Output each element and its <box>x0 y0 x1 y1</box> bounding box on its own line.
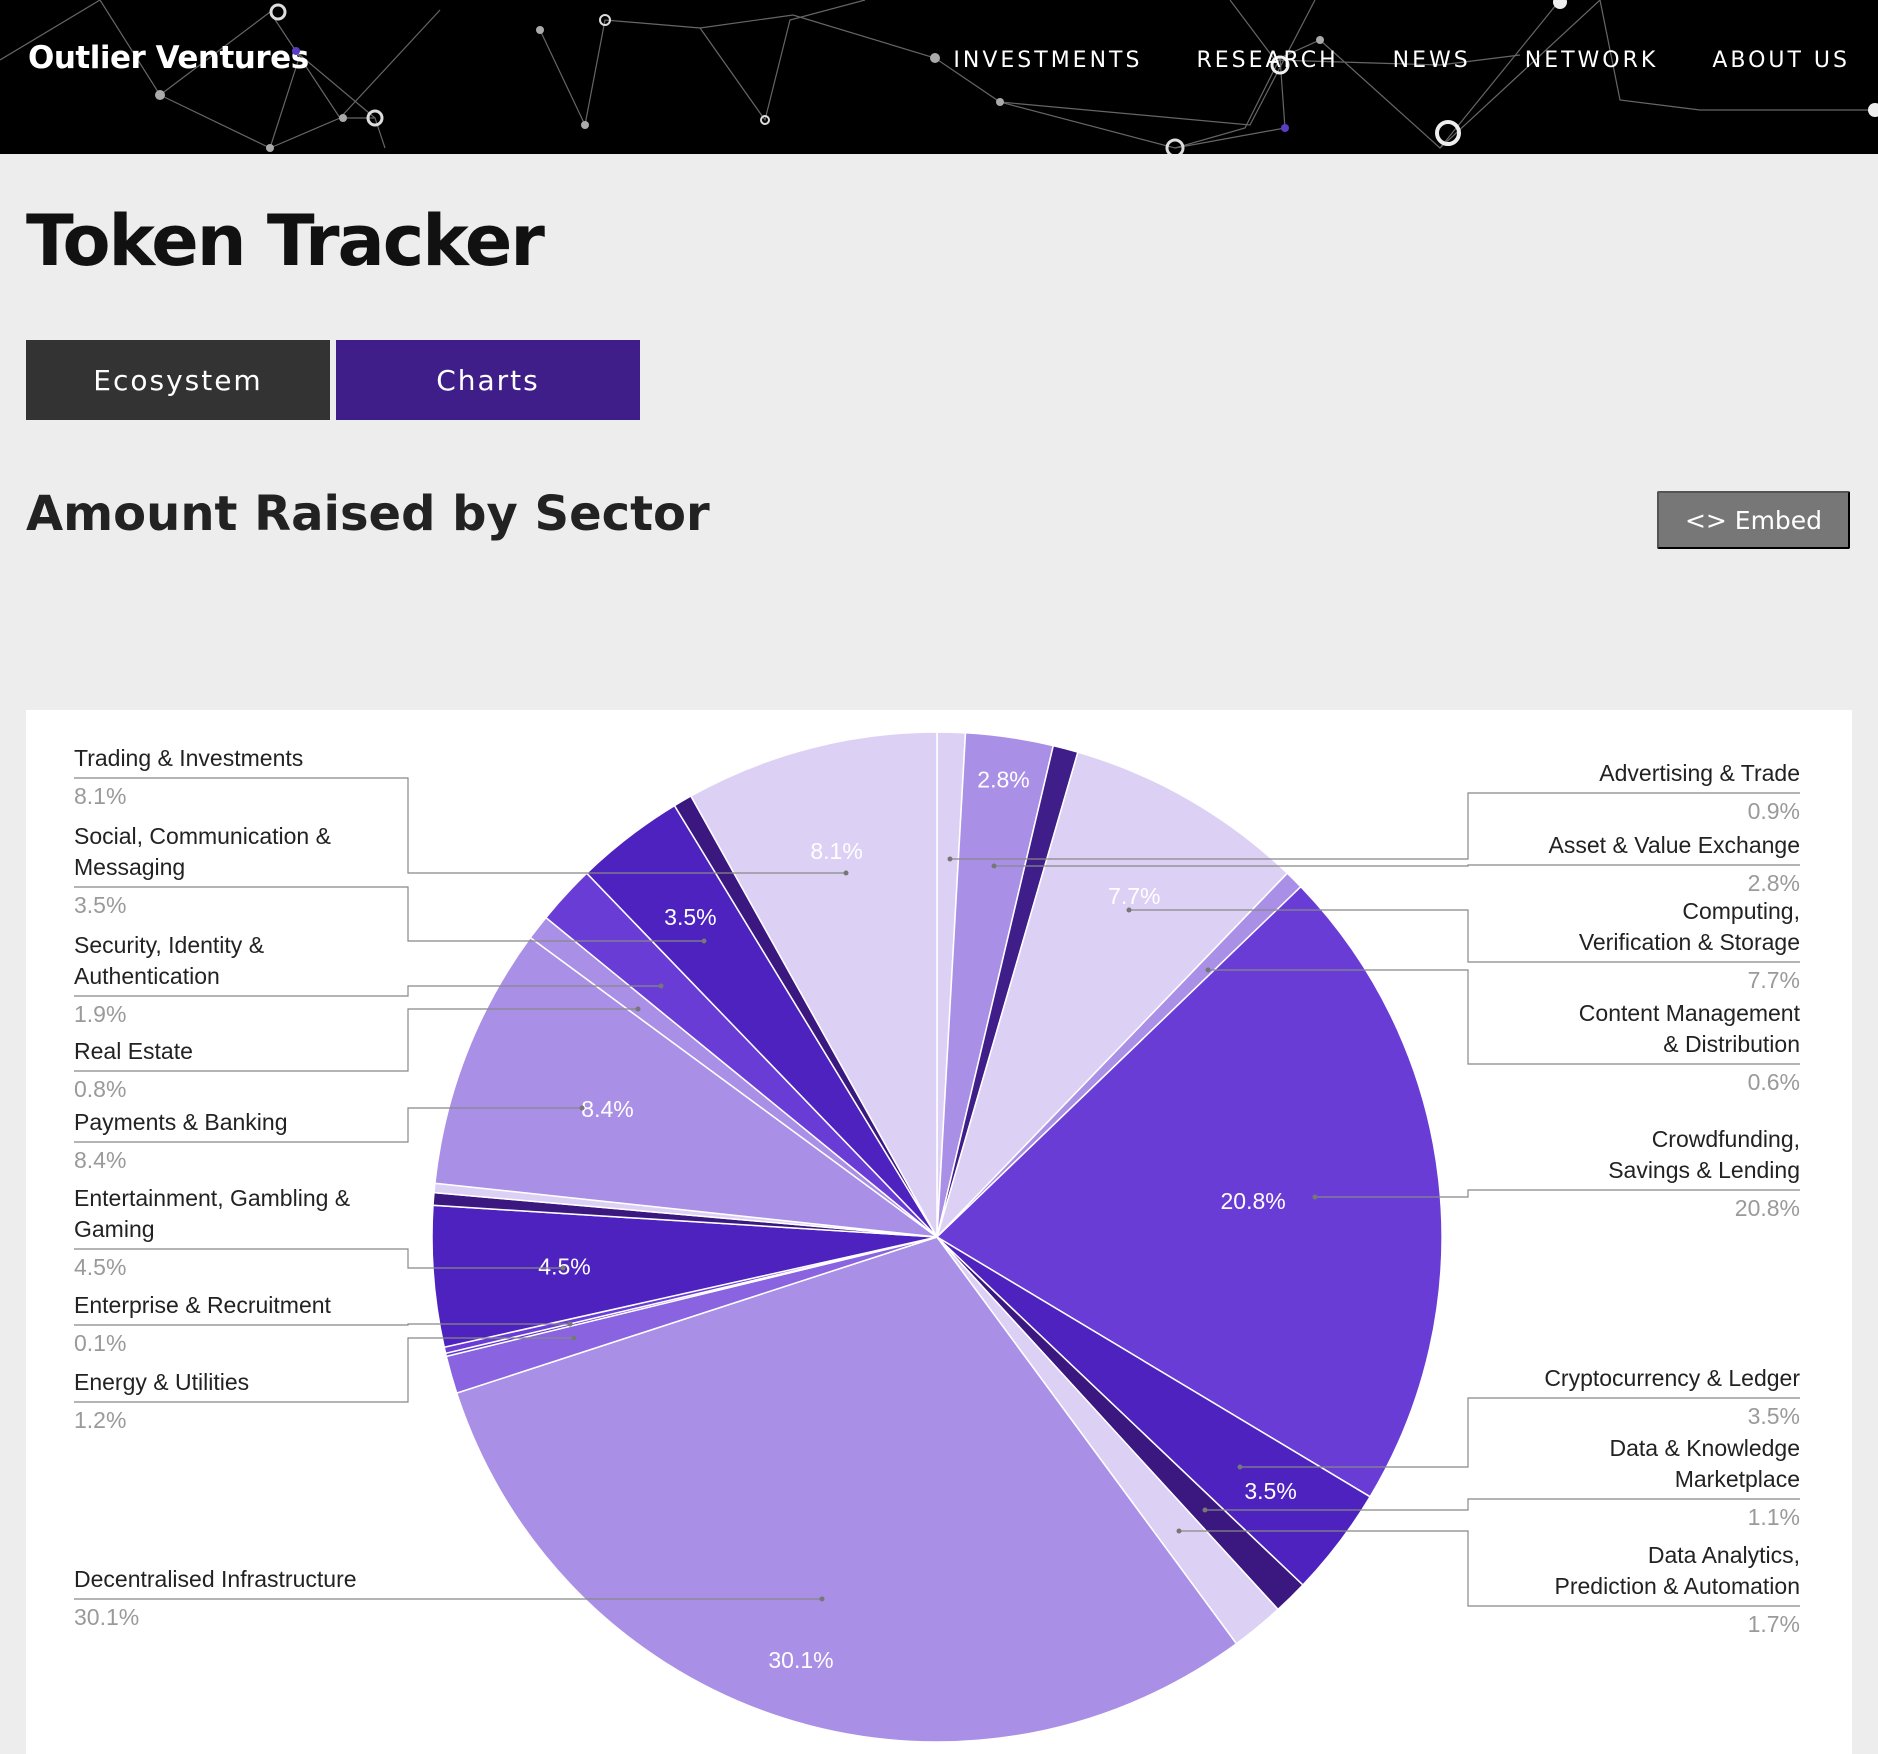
leader-dot <box>1205 967 1211 973</box>
leader-dot <box>991 863 997 869</box>
network-graphic <box>0 0 1878 154</box>
callout-label-energy-utilities: Energy & Utilities <box>74 1369 249 1395</box>
callout-label-content-management-distribution: & Distribution <box>1663 1031 1800 1057</box>
slice-value-label: 7.7% <box>1108 883 1160 909</box>
leader-dot <box>701 938 707 944</box>
callout-pct: 20.8% <box>1735 1195 1800 1221</box>
callout-pct: 1.7% <box>1748 1611 1800 1637</box>
pie-chart: 2.8% 7.7% 20.8% 3.5% 30.1% 4.5% 8.4% 3.5% 8.1% Ad… <box>74 731 1801 1743</box>
callout-pct: 7.7% <box>1748 967 1800 993</box>
leader-dot <box>1237 1464 1243 1470</box>
embed-button[interactable]: <> Embed <box>1657 491 1850 549</box>
callout-label-real-estate: Real Estate <box>74 1038 193 1064</box>
callout-pct: 0.1% <box>74 1330 126 1356</box>
main-nav: INVESTMENTS RESEARCH NEWS NETWORK ABOUT … <box>953 48 1850 73</box>
callout-label-social-communication-messaging: Messaging <box>74 854 185 880</box>
callout-label-entertainment-gambling-gaming: Gaming <box>74 1216 155 1242</box>
leader-dot <box>567 1321 573 1327</box>
nav-about-us[interactable]: ABOUT US <box>1712 48 1850 73</box>
slice-value-label: 8.1% <box>810 838 862 864</box>
leader-dot <box>579 1105 585 1111</box>
brand-logo[interactable]: Outlier Ventures <box>28 40 309 76</box>
callout-pct: 3.5% <box>74 892 126 918</box>
tab-charts[interactable]: Charts <box>336 340 640 420</box>
callout-pct: 1.1% <box>1748 1504 1800 1530</box>
callout-label-security-identity-authentication: Security, Identity & <box>74 932 264 958</box>
slice-value-label: 8.4% <box>581 1096 633 1122</box>
leader-dot <box>571 1335 577 1341</box>
callout-label-security-identity-authentication: Authentication <box>74 963 220 989</box>
slice-value-label: 30.1% <box>768 1647 833 1673</box>
callout-pct: 1.9% <box>74 1001 126 1027</box>
callout-pct: 1.2% <box>74 1407 126 1433</box>
slice-value-label: 3.5% <box>1244 1478 1296 1504</box>
callout-label-enterprise-recruitment: Enterprise & Recruitment <box>74 1292 332 1318</box>
leader-dot <box>1176 1528 1182 1534</box>
callout-label-decentralised-infrastructure: Decentralised Infrastructure <box>74 1566 357 1592</box>
nav-news[interactable]: NEWS <box>1393 48 1471 73</box>
leader-dot <box>560 1265 566 1271</box>
slice-value-label: 3.5% <box>664 904 716 930</box>
chart-heading: Amount Raised by Sector <box>26 486 710 542</box>
leader-dot <box>947 856 953 862</box>
leader-dot <box>635 1006 641 1012</box>
leader-dot <box>843 870 849 876</box>
callout-pct: 8.4% <box>74 1147 126 1173</box>
slice-value-label: 2.8% <box>977 767 1029 793</box>
leader-dot <box>1202 1507 1208 1513</box>
callout-label-data-analytics-prediction-automation: Data Analytics, <box>1648 1542 1800 1568</box>
chart-card: 2.8% 7.7% 20.8% 3.5% 30.1% 4.5% 8.4% 3.5% 8.1% Ad… <box>26 710 1852 1754</box>
page-title: Token Tracker <box>26 200 545 282</box>
callout-pct: 8.1% <box>74 783 126 809</box>
callout-pct: 0.6% <box>1748 1069 1800 1095</box>
callout-label-content-management-distribution: Content Management <box>1579 1000 1801 1026</box>
callout-label-computing-verification-storage: Verification & Storage <box>1579 929 1800 955</box>
leader-dot <box>658 983 664 989</box>
callout-label-cryptocurrency-ledger: Cryptocurrency & Ledger <box>1544 1365 1800 1391</box>
callout-label-advertising-trade: Advertising & Trade <box>1599 760 1800 786</box>
callout-label-crowdfunding-savings-lending: Savings & Lending <box>1608 1157 1800 1183</box>
leader-dot <box>1126 907 1132 913</box>
callout-pct: 3.5% <box>1748 1403 1800 1429</box>
callout-label-payments-banking: Payments & Banking <box>74 1109 288 1135</box>
callout-pct: 0.8% <box>74 1076 126 1102</box>
callout-label-computing-verification-storage: Computing, <box>1682 898 1800 924</box>
callout-pct: 0.9% <box>1748 798 1800 824</box>
leader-dot <box>819 1596 825 1602</box>
nav-investments[interactable]: INVESTMENTS <box>953 48 1142 73</box>
callout-pct: 4.5% <box>74 1254 126 1280</box>
nav-network[interactable]: NETWORK <box>1525 48 1659 73</box>
callout-label-crowdfunding-savings-lending: Crowdfunding, <box>1652 1126 1800 1152</box>
callout-label-data-analytics-prediction-automation: Prediction & Automation <box>1555 1573 1800 1599</box>
callout-label-entertainment-gambling-gaming: Entertainment, Gambling & <box>74 1185 350 1211</box>
slice-value-label: 20.8% <box>1220 1188 1285 1214</box>
site-header: Outlier Ventures INVESTMENTS RESEARCH NE… <box>0 0 1878 154</box>
tab-ecosystem[interactable]: Ecosystem <box>26 340 330 420</box>
nav-research[interactable]: RESEARCH <box>1196 48 1338 73</box>
callout-label-social-communication-messaging: Social, Communication & <box>74 823 331 849</box>
callout-label-trading-investments: Trading & Investments <box>74 745 303 771</box>
callout-label-data-knowledge-marketplace: Data & Knowledge <box>1609 1435 1800 1461</box>
brand-dot-icon <box>292 47 300 55</box>
callout-label-data-knowledge-marketplace: Marketplace <box>1675 1466 1800 1492</box>
callout-pct: 30.1% <box>74 1604 139 1630</box>
callout-pct: 2.8% <box>1748 870 1800 896</box>
callout-label-asset-value-exchange: Asset & Value Exchange <box>1549 832 1800 858</box>
leader-dot <box>1312 1194 1318 1200</box>
